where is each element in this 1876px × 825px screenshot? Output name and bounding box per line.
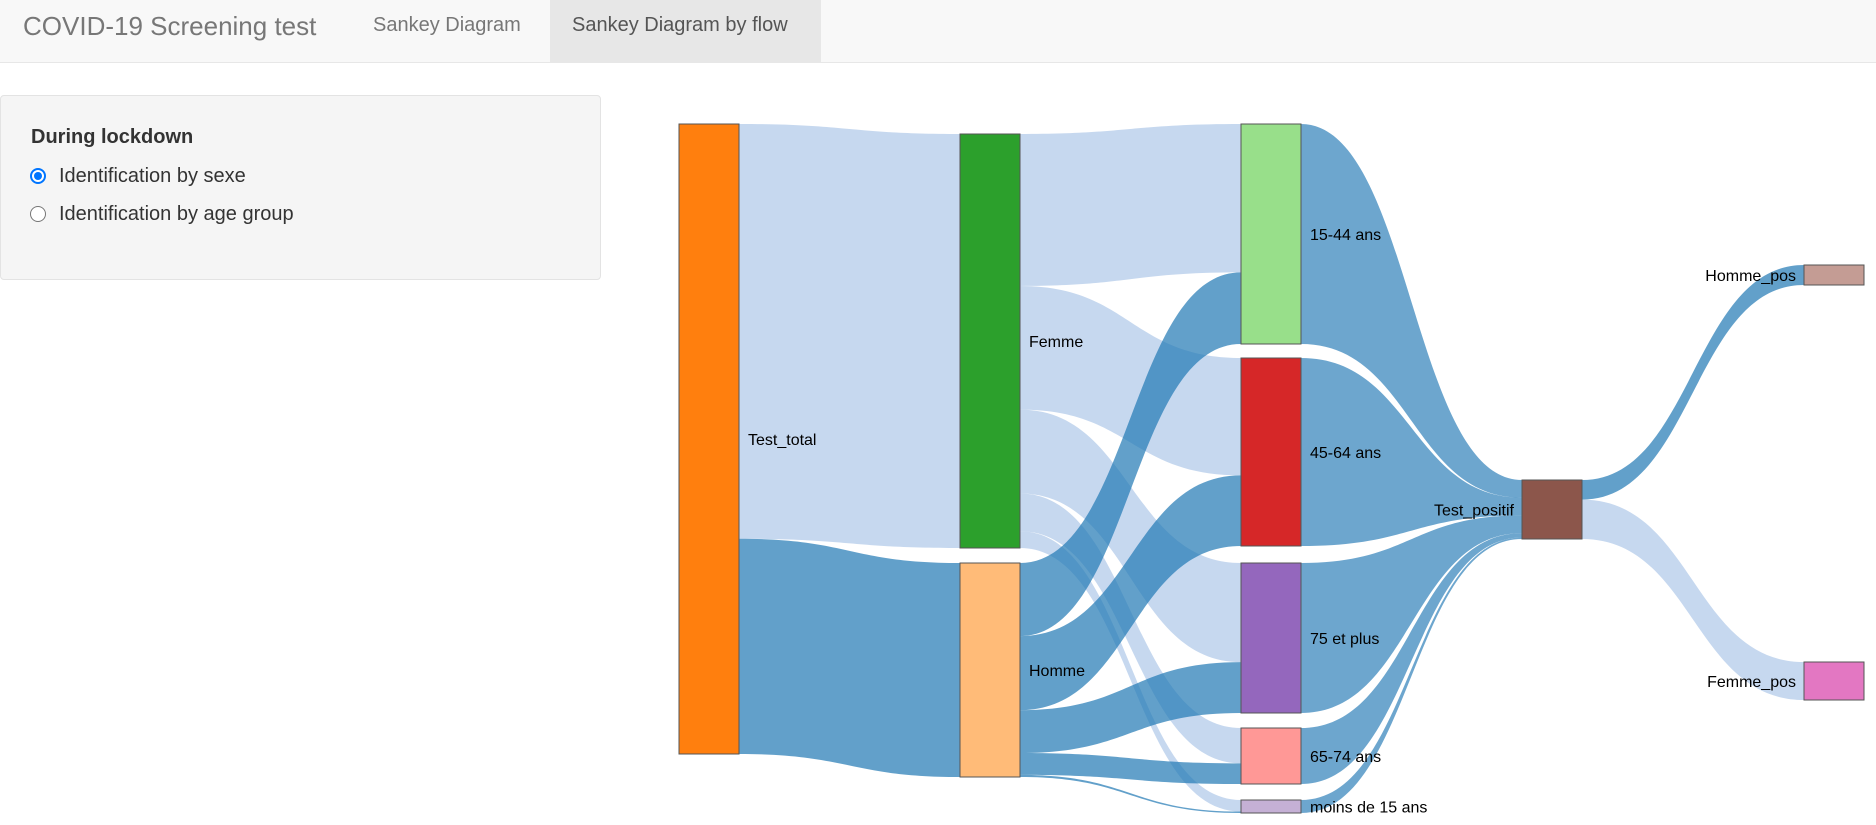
- sankey-node-label-homme-pos: Homme_pos: [1705, 268, 1796, 285]
- sankey-link-test-positif-to-femme-pos[interactable]: [1582, 499, 1804, 700]
- sankey-node-label-45-64-ans: 45-64 ans: [1310, 445, 1381, 462]
- sankey-link-test-total-to-homme[interactable]: [739, 538, 960, 777]
- sankey-link-femme-to-15-44-ans[interactable]: [1020, 124, 1241, 286]
- sankey-node-label-femme: Femme: [1029, 334, 1083, 351]
- sankey-node-label-65-74-ans: 65-74 ans: [1310, 749, 1381, 766]
- sankey-node-test-positif[interactable]: [1521, 479, 1583, 540]
- sankey-node-45-64-ans[interactable]: [1240, 357, 1302, 547]
- sankey-node-label-homme: Homme: [1029, 663, 1085, 680]
- sankey-node-femme[interactable]: [959, 133, 1021, 549]
- sankey-node-label-test-positif: Test_positif: [1434, 503, 1515, 520]
- sankey-link-homme-to-65-74-ans[interactable]: [1020, 752, 1241, 784]
- sankey-link-test-positif-to-homme-pos[interactable]: [1582, 265, 1804, 500]
- sankey-node-label-moins-de-15-ans: moins de 15 ans: [1310, 800, 1427, 817]
- sankey-node-homme-pos[interactable]: [1803, 264, 1865, 286]
- sankey-link-test-total-to-femme[interactable]: [739, 124, 960, 548]
- sankey-node-65-74-ans[interactable]: [1240, 727, 1302, 785]
- sankey-node-15-44-ans[interactable]: [1240, 123, 1302, 345]
- sankey-node-label-75-et-plus: 75 et plus: [1310, 631, 1379, 648]
- sankey-node-homme[interactable]: [959, 562, 1021, 778]
- sankey-node-femme-pos[interactable]: [1803, 661, 1865, 701]
- sankey-diagram: Test_total Femme Homme 15-44 ans 45-64 ans 75…: [678, 123, 1865, 817]
- sankey-node-75-et-plus[interactable]: [1240, 562, 1302, 714]
- sankey-node-test-total[interactable]: [678, 123, 740, 755]
- sankey-node-label-15-44-ans: 15-44 ans: [1310, 227, 1381, 244]
- sankey-node-label-femme-pos: Femme_pos: [1707, 674, 1796, 691]
- sankey-node-label-test-total: Test_total: [748, 432, 816, 449]
- sankey-node-moins-de-15-ans[interactable]: [1240, 799, 1302, 814]
